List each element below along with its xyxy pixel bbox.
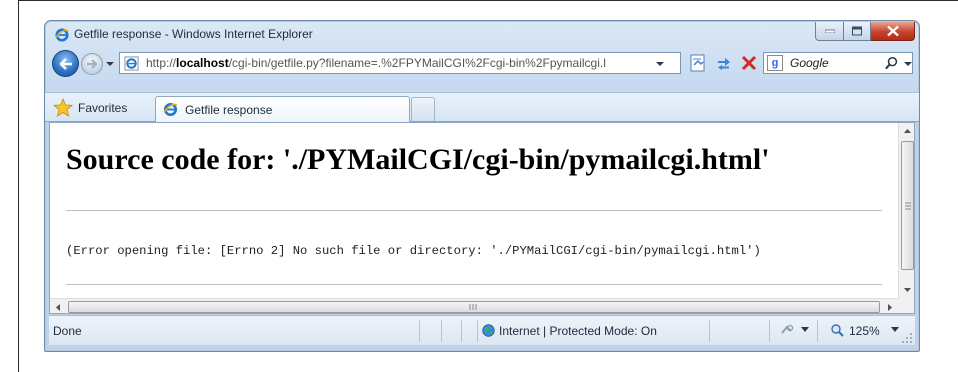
zoom-dropdown-icon[interactable] [891,327,899,333]
tab-getfile-response[interactable]: Getfile response [155,96,410,123]
horizontal-rule [66,284,882,285]
recent-pages-dropdown-icon[interactable] [105,59,115,69]
popup-dropdown-icon[interactable] [801,327,809,333]
url-path: /cgi-bin/getfile.py?filename=.%2FPYMailC… [228,56,606,70]
window-title: Getfile response - Windows Internet Expl… [74,27,313,41]
ie-logo-icon [163,102,178,117]
search-input[interactable]: Google [790,56,829,70]
scroll-up-icon[interactable] [899,123,915,140]
globe-icon [482,324,495,337]
back-arrow-icon [59,57,72,70]
new-tab-button[interactable] [411,97,435,121]
tab-label: Getfile response [185,103,273,117]
scrollbar-corner [898,298,914,313]
favorites-label: Favorites [78,101,128,115]
page-ie-icon [124,56,139,71]
favorites-tab-bar: Favorites Getfile response [45,92,919,123]
search-icon[interactable] [884,56,899,71]
zoom-level[interactable]: 125% [849,324,880,338]
status-divider [461,320,462,342]
url-text[interactable]: http://localhost/cgi-bin/getfile.py?file… [146,56,626,70]
address-bar[interactable]: http://localhost/cgi-bin/getfile.py?file… [119,52,681,74]
scroll-down-icon[interactable] [899,281,915,298]
address-dropdown-icon[interactable] [655,59,665,69]
scroll-right-icon[interactable] [881,299,898,314]
status-text: Done [53,324,82,338]
back-button[interactable] [52,50,79,77]
ie-logo-icon [55,28,69,42]
browser-window: Getfile response - Windows Internet Expl… [44,20,920,352]
figure-border-left [18,0,19,372]
scroll-left-icon[interactable] [50,299,67,314]
url-prefix: http:// [146,56,177,70]
refresh-icon[interactable] [713,52,735,74]
popup-blocker-icon[interactable] [779,322,795,338]
figure-border-top [18,0,958,1]
title-bar: Getfile response - Windows Internet Expl… [45,21,919,47]
horizontal-scroll-thumb[interactable] [68,301,880,313]
favorites-button[interactable]: Favorites [53,97,148,119]
scroll-grip-icon [469,304,477,310]
vertical-scrollbar[interactable] [898,123,915,298]
navigation-bar: http://localhost/cgi-bin/getfile.py?file… [45,49,919,79]
minimize-button[interactable] [815,22,844,41]
error-message: (Error opening file: [Errno 2] No such f… [66,244,761,258]
google-provider-icon[interactable]: g [767,55,783,71]
search-dropdown-icon[interactable] [904,60,912,68]
status-divider [441,320,442,342]
maximize-button[interactable] [844,22,871,41]
search-box[interactable]: g Google [763,52,913,74]
favorites-star-icon [53,98,73,117]
scroll-grip-icon [905,202,911,210]
resize-grip-icon[interactable] [901,332,913,344]
status-divider [769,320,770,342]
security-zone[interactable]: Internet | Protected Mode: On [499,324,657,338]
url-host: localhost [176,56,229,70]
page-heading: Source code for: './PYMailCGI/cgi-bin/py… [66,143,770,176]
status-divider [419,320,420,342]
page-content: Source code for: './PYMailCGI/cgi-bin/py… [49,122,915,314]
status-divider [709,320,710,342]
horizontal-scrollbar[interactable] [50,298,898,314]
close-button[interactable] [871,22,915,41]
stop-icon[interactable] [738,52,760,74]
close-icon [886,25,899,37]
horizontal-rule [66,210,882,211]
status-bar: Done Internet | Protected Mode: On 125% [49,315,915,345]
compatibility-view-icon[interactable] [687,52,709,74]
vertical-scroll-thumb[interactable] [901,141,914,270]
status-divider [817,320,818,342]
minimize-icon [824,29,835,33]
magnifier-icon[interactable] [829,322,845,338]
forward-button[interactable] [81,53,103,75]
status-divider [477,320,478,342]
maximize-icon [852,26,862,36]
forward-arrow-icon [87,59,98,69]
